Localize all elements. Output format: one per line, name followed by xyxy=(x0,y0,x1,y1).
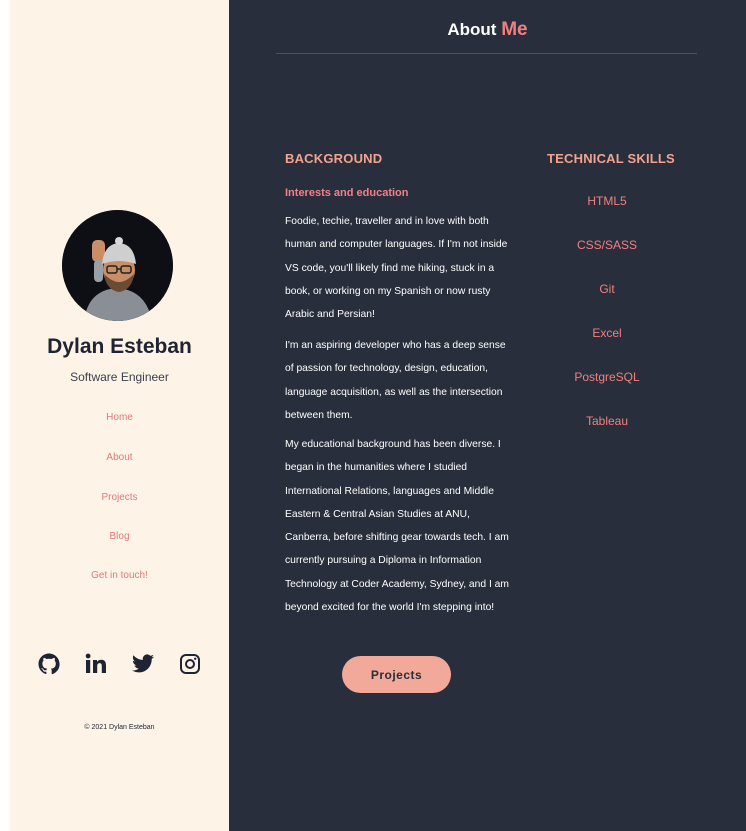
nav-item-projects[interactable]: Projects xyxy=(10,492,229,503)
twitter-icon[interactable] xyxy=(131,652,155,676)
bio-paragraph-3: My educational background has been diver… xyxy=(285,439,509,614)
linkedin-icon[interactable] xyxy=(84,652,108,676)
avatar xyxy=(62,210,173,321)
nav-item-blog[interactable]: Blog xyxy=(10,531,229,542)
title-divider xyxy=(276,53,697,54)
skills-heading: TECHNICAL SKILLS xyxy=(547,151,675,166)
page-title-accent: Me xyxy=(501,19,528,40)
skill-item: CSS/SASS xyxy=(576,238,638,252)
page-title: About Me xyxy=(229,19,746,41)
github-icon[interactable] xyxy=(37,652,61,676)
skill-item: Tableau xyxy=(585,414,629,428)
skill-item: PostgreSQL xyxy=(574,370,640,384)
bio-paragraph-1: Foodie, techie, traveller and in love wi… xyxy=(285,216,508,321)
nav-item-about[interactable]: About xyxy=(10,452,229,463)
background-subheading: Interests and education xyxy=(285,187,409,199)
sidebar: Dylan Esteban Software Engineer Home Abo… xyxy=(10,0,229,831)
profile-role: Software Engineer xyxy=(70,370,169,384)
avatar-memoji-icon xyxy=(62,210,173,321)
profile-name: Dylan Esteban xyxy=(47,335,192,358)
nav-item-home[interactable]: Home xyxy=(10,412,229,423)
social-links xyxy=(37,650,202,678)
bio-paragraph-2: I'm an aspiring developer who has a deep… xyxy=(285,340,506,421)
page-title-main: About xyxy=(447,20,497,39)
skill-item: HTML5 xyxy=(587,194,627,208)
skill-item: Git xyxy=(599,282,615,296)
footer-copyright: © 2021 Dylan Esteban xyxy=(84,724,155,731)
nav-item-get-in-touch[interactable]: Get in touch! xyxy=(10,570,229,581)
projects-button[interactable]: Projects xyxy=(342,656,451,693)
main-content: About Me BACKGROUND Interests and educat… xyxy=(229,0,746,831)
skill-item: Excel xyxy=(592,326,622,340)
background-heading: BACKGROUND xyxy=(285,151,383,166)
instagram-icon[interactable] xyxy=(178,652,202,676)
